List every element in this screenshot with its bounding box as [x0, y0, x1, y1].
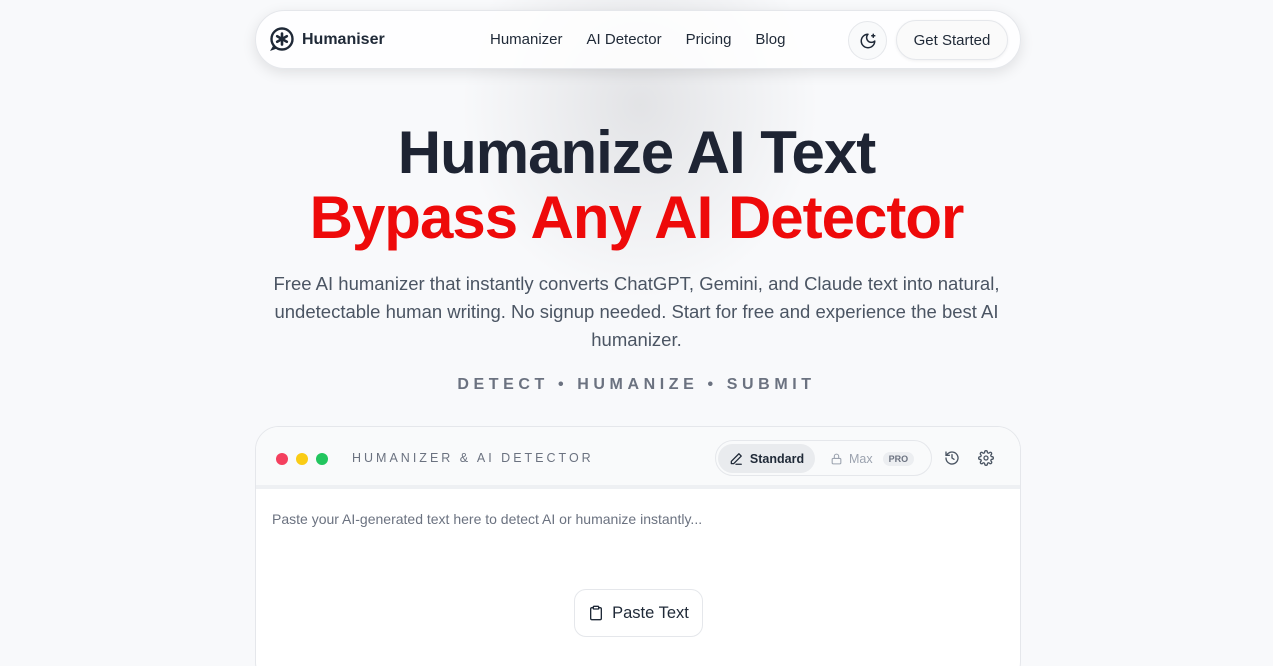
hero-title: Humanize AI Text: [397, 119, 876, 186]
brand[interactable]: Humaniser: [268, 27, 385, 53]
mode-max-label: Max: [849, 451, 873, 466]
mode-selector: Standard Max PRO: [715, 440, 932, 476]
asterisk-bubble-logo-icon: [270, 27, 294, 51]
history-button[interactable]: [942, 448, 962, 468]
paste-text-button[interactable]: Paste Text: [574, 589, 703, 637]
settings-button[interactable]: [976, 448, 996, 468]
get-started-button[interactable]: Get Started: [896, 20, 1008, 60]
hero-tagline: DETECT • HUMANIZE • SUBMIT: [457, 376, 816, 393]
pencil-icon: [730, 452, 742, 465]
lock-icon: [831, 453, 842, 464]
text-input-area[interactable]: Paste your AI-generated text here to det…: [272, 511, 702, 527]
nav-link-blog[interactable]: Blog: [755, 31, 785, 48]
humanizer-tool-card: HUMANIZER & AI DETECTOR Standard Max PRO: [255, 426, 1021, 666]
window-dots: [276, 453, 328, 465]
hero-subtitle: Bypass Any AI Detector: [309, 184, 965, 251]
tool-title: HUMANIZER & AI DETECTOR: [352, 451, 594, 465]
nav-link-pricing[interactable]: Pricing: [686, 31, 732, 48]
paste-text-label: Paste Text: [612, 603, 689, 622]
history-icon: [945, 451, 959, 465]
mode-standard-button[interactable]: Standard: [718, 444, 815, 473]
red-dot: [276, 453, 288, 465]
clipboard-icon: [590, 605, 603, 621]
brand-name: Humaniser: [302, 31, 385, 48]
top-navbar: Humaniser Humanizer AI Detector Pricing …: [255, 10, 1021, 69]
green-dot: [316, 453, 328, 465]
moon-icon: [860, 33, 875, 48]
nav-link-humanizer[interactable]: Humanizer: [490, 31, 563, 48]
gear-icon: [978, 450, 994, 466]
theme-toggle-button[interactable]: [848, 21, 887, 60]
yellow-dot: [296, 453, 308, 465]
hero-description: Free AI humanizer that instantly convert…: [273, 273, 1000, 350]
tool-header: HUMANIZER & AI DETECTOR Standard Max PRO: [256, 427, 1020, 489]
mode-standard-label: Standard: [749, 451, 805, 466]
pro-badge: PRO: [882, 451, 915, 466]
nav-links: Humanizer AI Detector Pricing Blog: [490, 31, 785, 48]
nav-link-ai-detector[interactable]: AI Detector: [587, 31, 662, 48]
mode-max-button[interactable]: Max PRO: [830, 444, 915, 473]
